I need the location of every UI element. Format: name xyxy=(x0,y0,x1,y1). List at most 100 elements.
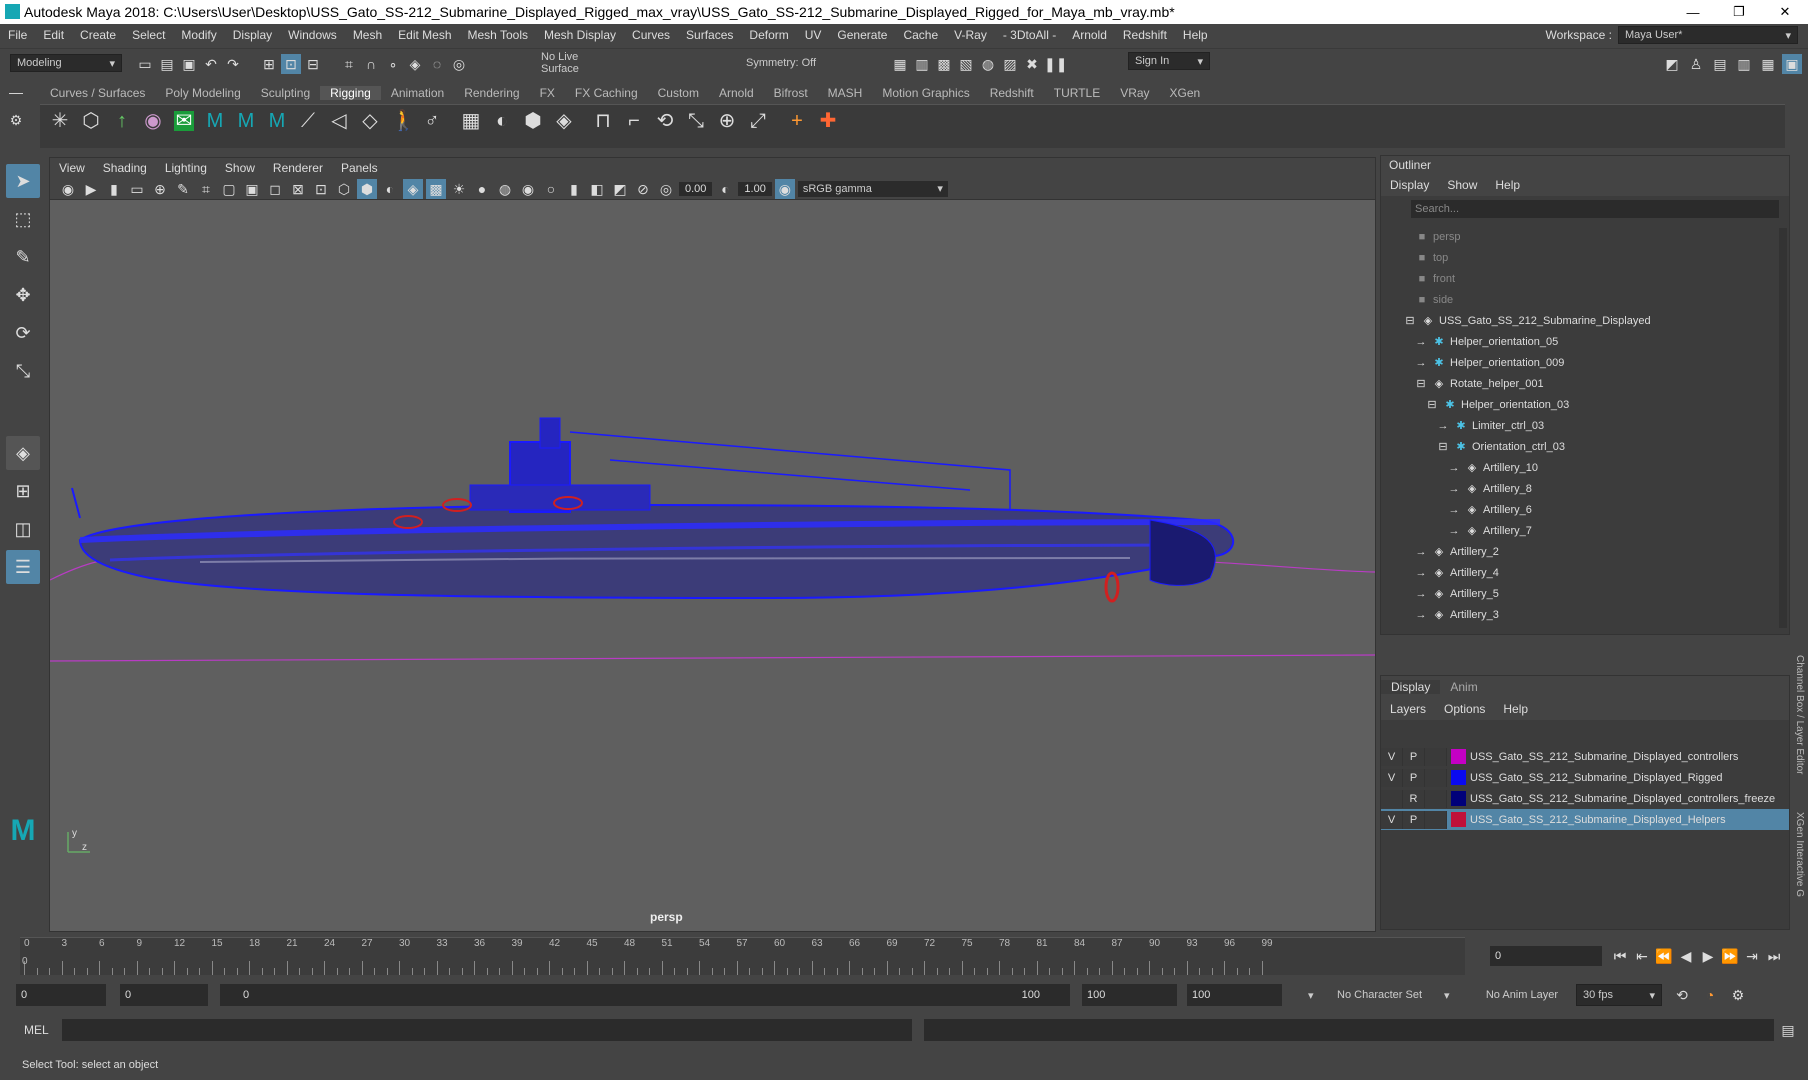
ipr-icon[interactable]: ▩ xyxy=(934,54,954,74)
outliner-menu-show[interactable]: Show xyxy=(1438,178,1486,192)
outliner-node[interactable]: ⊟ ◈ USS_Gato_SS_212_Submarine_Displayed xyxy=(1381,310,1776,331)
outliner-node[interactable]: → ✱ Helper_orientation_05 xyxy=(1381,331,1776,352)
gate-mask-icon[interactable]: ◻ xyxy=(265,179,285,199)
color-management-icon[interactable]: ◉ xyxy=(774,178,795,199)
shelf-tab-mash[interactable]: MASH xyxy=(818,86,873,100)
shadows-icon[interactable]: ● xyxy=(472,179,492,199)
outliner-node[interactable]: ⊟ ◈ Rotate_helper_001 xyxy=(1381,373,1776,394)
close-icon[interactable]: ✕ xyxy=(1762,0,1808,24)
edit-pivot-icon[interactable]: ✚ xyxy=(818,111,838,131)
expand-icon[interactable]: → xyxy=(1414,357,1428,369)
wireframe-on-shaded-icon[interactable]: ◈ xyxy=(403,178,423,199)
menu-edit-mesh[interactable]: Edit Mesh xyxy=(390,28,459,42)
play-forward-icon[interactable]: ▶ xyxy=(1698,946,1718,966)
expand-icon[interactable]: → xyxy=(1414,588,1428,600)
viewport-menu-lighting[interactable]: Lighting xyxy=(156,161,216,175)
menu-modify[interactable]: Modify xyxy=(173,28,224,42)
ik-handle-icon[interactable]: ↑ xyxy=(112,111,132,131)
anim-prefs-icon[interactable]: ⚙ xyxy=(1728,985,1748,1005)
layer-color-swatch[interactable] xyxy=(1451,812,1466,827)
locator-icon[interactable]: ⟋ xyxy=(298,111,318,131)
paint-select-icon[interactable]: ✎ xyxy=(6,240,40,274)
scale-constraint-icon[interactable]: ⤡ xyxy=(686,111,706,131)
layer-visibility-toggle[interactable]: V xyxy=(1381,810,1403,829)
outliner-node[interactable]: → ◈ Artillery_6 xyxy=(1381,499,1776,520)
outliner-scrollbar[interactable] xyxy=(1779,228,1787,628)
menu-uv[interactable]: UV xyxy=(797,28,830,42)
shelf-tab-fx[interactable]: FX xyxy=(530,86,565,100)
single-view-icon[interactable]: ◈ xyxy=(6,436,40,470)
ambient-occlusion-icon[interactable]: ◍ xyxy=(495,179,515,199)
move-tool-icon[interactable]: ✥ xyxy=(6,278,40,312)
undo-icon[interactable]: ↶ xyxy=(201,54,221,74)
step-forward-frame-icon[interactable]: ⏩ xyxy=(1720,946,1740,966)
hik-char-icon[interactable]: M xyxy=(236,111,256,131)
expand-icon[interactable]: → xyxy=(1447,483,1461,495)
color-space-dropdown[interactable]: sRGB gamma ▾ xyxy=(797,180,948,197)
redo-icon[interactable]: ↷ xyxy=(223,54,243,74)
menu-file[interactable]: File xyxy=(0,28,35,42)
menu-generate[interactable]: Generate xyxy=(829,28,895,42)
hik-skel-icon[interactable]: M xyxy=(267,111,287,131)
four-view-icon[interactable]: ⊞ xyxy=(6,474,40,508)
layer-row[interactable]: R USS_Gato_SS_212_Submarine_Displayed_con… xyxy=(1381,788,1789,809)
shelf-tab-motion-graphics[interactable]: Motion Graphics xyxy=(872,86,979,100)
outliner-node[interactable]: → ✱ Limiter_ctrl_03 xyxy=(1381,415,1776,436)
motion-blur-icon[interactable]: ◉ xyxy=(518,179,538,199)
gamma-field[interactable]: 1.00 xyxy=(738,181,772,196)
menu-cache[interactable]: Cache xyxy=(895,28,946,42)
layer-row[interactable]: V P USS_Gato_SS_212_Submarine_Displayed_He… xyxy=(1381,809,1789,830)
xray-components-icon[interactable]: ⊘ xyxy=(633,179,653,199)
expand-icon[interactable]: → xyxy=(1447,462,1461,474)
expand-icon[interactable]: ⊟ xyxy=(1436,440,1450,453)
layer-menu-layers[interactable]: Layers xyxy=(1381,702,1435,716)
viewport-menu-view[interactable]: View xyxy=(50,161,94,175)
expand-icon[interactable]: → xyxy=(1447,525,1461,537)
camera-select-icon[interactable]: ◉ xyxy=(58,179,78,199)
2d-pan-icon[interactable]: ⊕ xyxy=(150,179,170,199)
step-back-key-icon[interactable]: ⇤ xyxy=(1632,946,1652,966)
outliner-node[interactable]: ■ top xyxy=(1381,247,1776,268)
orient-constraint-icon[interactable]: ⟲ xyxy=(655,111,675,131)
pole-vector-icon[interactable]: ⤢ xyxy=(748,111,768,131)
expand-icon[interactable]: → xyxy=(1414,336,1428,348)
two-view-icon[interactable]: ◫ xyxy=(6,512,40,546)
current-frame-field[interactable]: 0 xyxy=(1490,946,1602,966)
menu-edit[interactable]: Edit xyxy=(35,28,72,42)
minimize-icon[interactable]: — xyxy=(1670,0,1716,24)
snap-live-icon[interactable]: ◎ xyxy=(449,54,469,74)
layer-playback-toggle[interactable]: P xyxy=(1403,810,1425,829)
layer-tab-anim[interactable]: Anim xyxy=(1440,680,1487,694)
outliner-toggle-icon[interactable]: ▣ xyxy=(1782,54,1802,74)
outliner-node[interactable]: ⊟ ✱ Helper_orientation_03 xyxy=(1381,394,1776,415)
lattice-icon[interactable]: ◇ xyxy=(360,111,380,131)
layer-color-swatch[interactable] xyxy=(1451,749,1466,764)
time-slider[interactable]: 0 3 6 9 12 15 18 21 24 27 30 33 36 39 42 45 48 51 54 57 60 63… xyxy=(20,937,1465,975)
nonlinear-icon[interactable]: ◈ xyxy=(554,111,574,131)
bind-skin-icon[interactable]: 🚶 xyxy=(391,111,416,131)
resolution-gate-icon[interactable]: ▣ xyxy=(242,179,262,199)
outliner-node[interactable]: ■ persp xyxy=(1381,226,1776,247)
outliner-node[interactable]: → ◈ Artillery_2 xyxy=(1381,541,1776,562)
shelf-tab-vray[interactable]: VRay xyxy=(1110,86,1159,100)
expand-icon[interactable]: → xyxy=(1414,609,1428,621)
anim-end-field[interactable]: 100 xyxy=(1187,984,1282,1006)
menu-surfaces[interactable]: Surfaces xyxy=(678,28,741,42)
expand-icon[interactable]: ⊟ xyxy=(1425,398,1439,411)
xray-icon[interactable]: ◧ xyxy=(587,179,607,199)
bookmark-icon[interactable]: ▮ xyxy=(104,179,124,199)
mel-input[interactable] xyxy=(62,1019,912,1041)
menu-arnold[interactable]: Arnold xyxy=(1064,28,1115,42)
shelf-tab-fx-caching[interactable]: FX Caching xyxy=(565,86,648,100)
menu-curves[interactable]: Curves xyxy=(624,28,678,42)
tool-settings-icon[interactable]: ▥ xyxy=(1734,54,1754,74)
lights-icon[interactable]: ☀ xyxy=(449,179,469,199)
layer-blank-toggle[interactable] xyxy=(1425,789,1447,808)
layer-menu-help[interactable]: Help xyxy=(1494,702,1537,716)
parent-constraint-icon[interactable]: ⊕ xyxy=(717,111,737,131)
create-locator-icon[interactable]: + xyxy=(787,111,807,131)
menu-deform[interactable]: Deform xyxy=(741,28,796,42)
auto-key-icon[interactable]: ◔ xyxy=(1700,985,1720,1005)
menu-v-ray[interactable]: V-Ray xyxy=(946,28,995,42)
menu-mesh[interactable]: Mesh xyxy=(345,28,390,42)
